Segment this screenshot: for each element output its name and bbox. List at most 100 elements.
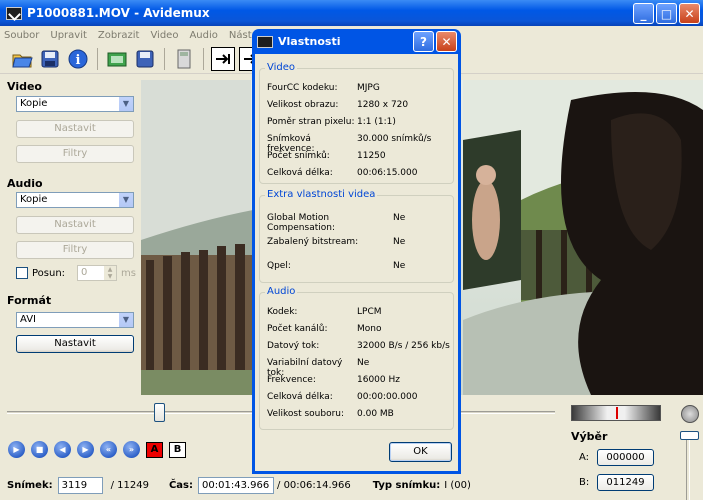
volume-knob-icon[interactable] bbox=[681, 405, 699, 423]
audio-codec-select[interactable]: Kopie ▼ bbox=[16, 192, 134, 208]
left-panel: Video Kopie ▼ Nastavit Filtry Audio Kopi… bbox=[0, 74, 140, 400]
shift-spinbox[interactable]: 0 ▲ ▼ bbox=[77, 265, 118, 281]
app-icon bbox=[257, 35, 273, 48]
property-value: Ne bbox=[393, 237, 406, 247]
save-as-icon[interactable] bbox=[133, 47, 157, 71]
chevron-down-icon: ▼ bbox=[118, 313, 133, 327]
property-row: Global Motion Compensation: Ne bbox=[267, 213, 405, 233]
property-value: MJPG bbox=[357, 83, 380, 93]
dialog-titlebar: Vlastnosti ? ✕ bbox=[255, 29, 458, 54]
playback-controls: ▶ ■ ◀ ▶ « » A B bbox=[8, 441, 186, 458]
calculator-icon[interactable] bbox=[172, 47, 196, 71]
audio-filters-button[interactable]: Filtry bbox=[16, 241, 134, 259]
volume-slider[interactable] bbox=[686, 432, 690, 500]
frame-total: / 11249 bbox=[110, 479, 149, 491]
property-value: 1280 x 720 bbox=[357, 100, 409, 110]
extra-video-group: Extra vlastnosti videa Global Motion Com… bbox=[259, 189, 454, 283]
next-frame-icon[interactable]: ▶ bbox=[77, 441, 94, 458]
format-select[interactable]: AVI ▼ bbox=[16, 312, 134, 328]
property-value: 11250 bbox=[357, 151, 386, 161]
property-row: Velikost souboru: 0.00 MB bbox=[267, 409, 394, 419]
ok-button[interactable]: OK bbox=[389, 442, 452, 462]
menu-video[interactable]: Video bbox=[150, 30, 178, 41]
window-titlebar: P1000881.MOV - Avidemux _ □ ✕ bbox=[0, 0, 703, 26]
shift-value: 0 bbox=[81, 267, 88, 278]
jog-shuttle[interactable] bbox=[571, 405, 661, 421]
menu-view[interactable]: Zobrazit bbox=[98, 30, 140, 41]
save-video-icon[interactable] bbox=[105, 47, 129, 71]
audio-configure-button[interactable]: Nastavit bbox=[16, 216, 134, 234]
info-icon[interactable]: i bbox=[66, 47, 90, 71]
property-row: Počet kanálů: Mono bbox=[267, 324, 381, 334]
stop-icon[interactable]: ■ bbox=[31, 441, 48, 458]
menu-audio[interactable]: Audio bbox=[189, 30, 217, 41]
time-total: / 00:06:14.966 bbox=[277, 479, 351, 491]
frame-type-value: I (00) bbox=[444, 479, 471, 491]
format-configure-button[interactable]: Nastavit bbox=[16, 335, 134, 353]
frame-input[interactable]: 3119 bbox=[57, 476, 103, 494]
property-row: Datový tok: 32000 B/s / 256 kb/s bbox=[267, 341, 450, 351]
property-row: Celková délka: 00:06:15.000 bbox=[267, 168, 417, 178]
video-codec-select[interactable]: Kopie ▼ bbox=[16, 96, 134, 112]
shift-checkbox[interactable] bbox=[16, 267, 28, 279]
play-icon[interactable]: ▶ bbox=[8, 441, 25, 458]
open-icon[interactable] bbox=[10, 47, 34, 71]
video-section-title: Video bbox=[7, 80, 42, 93]
shift-unit: ms bbox=[121, 267, 136, 279]
extra-group-title: Extra vlastnosti videa bbox=[265, 189, 378, 200]
minimize-button[interactable]: _ bbox=[633, 3, 654, 24]
set-marker-b-button[interactable]: B bbox=[169, 441, 186, 458]
dialog-close-button[interactable]: ✕ bbox=[436, 31, 457, 52]
marker-a-button[interactable]: 000000 bbox=[597, 449, 654, 466]
menu-edit[interactable]: Upravit bbox=[50, 30, 87, 41]
previous-keyframe-icon[interactable]: « bbox=[100, 441, 117, 458]
save-icon[interactable] bbox=[38, 47, 62, 71]
close-button[interactable]: ✕ bbox=[679, 3, 700, 24]
property-key: Global Motion Compensation: bbox=[267, 213, 335, 233]
property-value: 16000 Hz bbox=[357, 375, 400, 385]
property-key: Počet kanálů: bbox=[267, 324, 328, 334]
property-key: Velikost obrazu: bbox=[267, 100, 339, 110]
chevron-down-icon: ▼ bbox=[118, 97, 133, 111]
previous-frame-icon[interactable]: ◀ bbox=[54, 441, 71, 458]
forward-icon[interactable] bbox=[211, 46, 235, 71]
help-button[interactable]: ? bbox=[413, 31, 434, 52]
property-key: Qpel: bbox=[267, 261, 291, 271]
selection-title: Výběr bbox=[571, 430, 608, 443]
property-row: Počet snímků: 11250 bbox=[267, 151, 386, 161]
video-configure-button[interactable]: Nastavit bbox=[16, 120, 134, 138]
chevron-down-icon: ▼ bbox=[118, 193, 133, 207]
video-codec-value: Kopie bbox=[20, 98, 48, 109]
set-marker-a-button[interactable]: A bbox=[146, 441, 163, 458]
properties-dialog: Vlastnosti ? ✕ Video FourCC kodeku: MJPG … bbox=[252, 29, 461, 474]
property-row: Frekvence: 16000 Hz bbox=[267, 375, 400, 385]
dialog-body: Video FourCC kodeku: MJPG Velikost obrazu… bbox=[255, 54, 458, 471]
next-keyframe-icon[interactable]: » bbox=[123, 441, 140, 458]
menu-file[interactable]: Soubor bbox=[4, 30, 39, 41]
property-row: Qpel: Ne bbox=[267, 261, 405, 271]
maximize-button[interactable]: □ bbox=[656, 3, 677, 24]
time-label: Čas: bbox=[168, 479, 194, 491]
toolbar-separator bbox=[97, 47, 98, 70]
volume-slider-thumb[interactable] bbox=[680, 431, 699, 440]
svg-text:i: i bbox=[76, 53, 81, 68]
property-row: Poměr stran pixelu: 1:1 (1:1) bbox=[267, 117, 396, 127]
video-group-title: Video bbox=[265, 62, 298, 73]
property-value: 0.00 MB bbox=[357, 409, 394, 419]
marker-b-button[interactable]: 011249 bbox=[597, 474, 654, 491]
property-value: 1:1 (1:1) bbox=[357, 117, 396, 127]
format-value: AVI bbox=[20, 314, 36, 325]
property-row: Celková délka: 00:00:00.000 bbox=[267, 392, 417, 402]
property-value: Ne bbox=[393, 213, 406, 223]
property-key: Celková délka: bbox=[267, 168, 333, 178]
property-value: 00:00:00.000 bbox=[357, 392, 418, 402]
timeline-slider-thumb[interactable] bbox=[154, 403, 165, 422]
format-section-title: Formát bbox=[7, 294, 52, 307]
property-key: Zabalený bitstream: bbox=[267, 237, 359, 247]
property-value: LPCM bbox=[357, 307, 382, 317]
time-input[interactable]: 00:01:43.966 bbox=[198, 476, 275, 494]
video-filters-button[interactable]: Filtry bbox=[16, 145, 134, 163]
property-row: Zabalený bitstream: Ne bbox=[267, 237, 405, 247]
property-value: Ne bbox=[393, 261, 406, 271]
property-key: Velikost souboru: bbox=[267, 409, 345, 419]
